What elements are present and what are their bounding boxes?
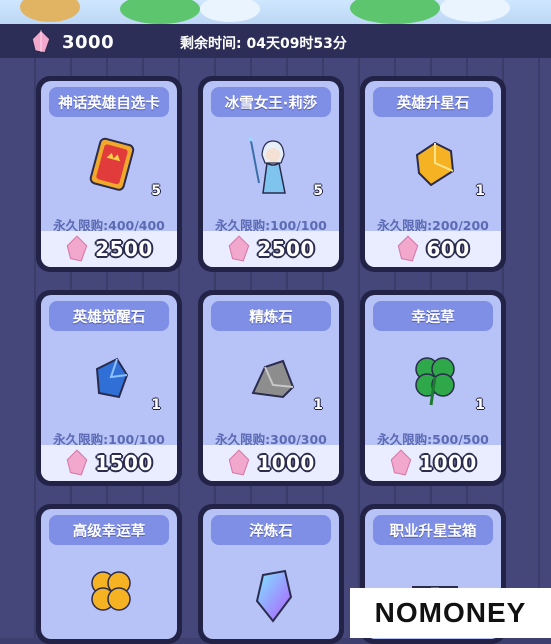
buy-button[interactable]: 2500 xyxy=(203,231,339,267)
gem-icon xyxy=(389,449,413,477)
bush-decoration xyxy=(350,0,440,24)
item-price: 1500 xyxy=(95,451,153,475)
card-body: 淬炼石 xyxy=(203,509,339,639)
item-price: 2500 xyxy=(95,237,153,261)
currency-amount: 3000 xyxy=(62,31,115,53)
red-card-icon xyxy=(81,133,141,195)
item-quantity: 1 xyxy=(151,397,161,413)
shop-item-card[interactable]: 幸运草 1 永久限购:500/500 1000 xyxy=(360,290,506,486)
item-quantity: 1 xyxy=(475,183,485,199)
shop-item-card[interactable]: 神话英雄自选卡 5 永久限购:400/400 2500 xyxy=(36,76,182,272)
shop-item-card[interactable]: 精炼石 1 永久限购:300/300 1000 xyxy=(198,290,344,486)
star-stone-icon xyxy=(405,133,465,195)
brand-watermark: NOMONEY xyxy=(350,588,551,638)
card-body: 神话英雄自选卡 5 永久限购:400/400 2500 xyxy=(41,81,177,267)
card-body: 幸运草 1 永久限购:500/500 1000 xyxy=(365,295,501,481)
gem-icon xyxy=(396,235,420,263)
clover-icon xyxy=(405,347,465,409)
card-body: 精炼石 1 永久限购:300/300 1000 xyxy=(203,295,339,481)
card-body: 英雄觉醒石 1 永久限购:100/100 1500 xyxy=(41,295,177,481)
shop-item-card[interactable]: 冰雪女王·莉莎 5 永久限购:100/100 2500 xyxy=(198,76,344,272)
ice-queen-icon xyxy=(243,133,303,195)
item-price: 600 xyxy=(426,237,470,261)
card-body: 冰雪女王·莉莎 5 永久限购:100/100 2500 xyxy=(203,81,339,267)
grey-rock-icon xyxy=(243,347,303,409)
currency-display: 3000 xyxy=(30,28,114,56)
item-price: 1000 xyxy=(257,451,315,475)
gem-icon xyxy=(65,449,89,477)
crystal-icon xyxy=(243,561,303,623)
item-title: 职业升星宝箱 xyxy=(373,515,493,545)
buy-button[interactable]: 600 xyxy=(365,231,501,267)
gold-clover-icon xyxy=(81,561,141,623)
bush-decoration xyxy=(20,0,80,22)
buy-button[interactable]: 1000 xyxy=(365,445,501,481)
item-quantity: 5 xyxy=(313,183,323,199)
remaining-time: 剩余时间: 04天09时53分 xyxy=(180,36,347,52)
item-title: 英雄升星石 xyxy=(373,87,493,117)
gem-icon xyxy=(227,449,251,477)
buy-button[interactable]: 1000 xyxy=(203,445,339,481)
shop-item-card[interactable]: 英雄觉醒石 1 永久限购:100/100 1500 xyxy=(36,290,182,486)
buy-button[interactable]: 2500 xyxy=(41,231,177,267)
item-title: 高级幸运草 xyxy=(49,515,169,545)
bush-decoration xyxy=(120,0,200,24)
card-body: 高级幸运草 xyxy=(41,509,177,639)
item-title: 幸运草 xyxy=(373,301,493,331)
card-body: 英雄升星石 1 永久限购:200/200 600 xyxy=(365,81,501,267)
item-quantity: 1 xyxy=(313,397,323,413)
gem-icon xyxy=(65,235,89,263)
item-quantity: 5 xyxy=(151,183,161,199)
shop-item-card[interactable]: 淬炼石 xyxy=(198,504,344,644)
blue-gem-icon xyxy=(81,347,141,409)
item-price: 2500 xyxy=(257,237,315,261)
item-title: 冰雪女王·莉莎 xyxy=(211,87,331,117)
brand-watermark-text: NOMONEY xyxy=(374,597,527,628)
bush-decoration xyxy=(440,0,510,22)
gem-icon xyxy=(227,235,251,263)
item-title: 淬炼石 xyxy=(211,515,331,545)
item-title: 英雄觉醒石 xyxy=(49,301,169,331)
item-price: 1000 xyxy=(419,451,477,475)
shop-item-card[interactable]: 英雄升星石 1 永久限购:200/200 600 xyxy=(360,76,506,272)
item-title: 神话英雄自选卡 xyxy=(49,87,169,117)
bush-decoration xyxy=(200,0,260,22)
buy-button[interactable]: 1500 xyxy=(41,445,177,481)
item-title: 精炼石 xyxy=(211,301,331,331)
item-quantity: 1 xyxy=(475,397,485,413)
gem-icon xyxy=(30,28,52,55)
shop-item-card[interactable]: 高级幸运草 xyxy=(36,504,182,644)
